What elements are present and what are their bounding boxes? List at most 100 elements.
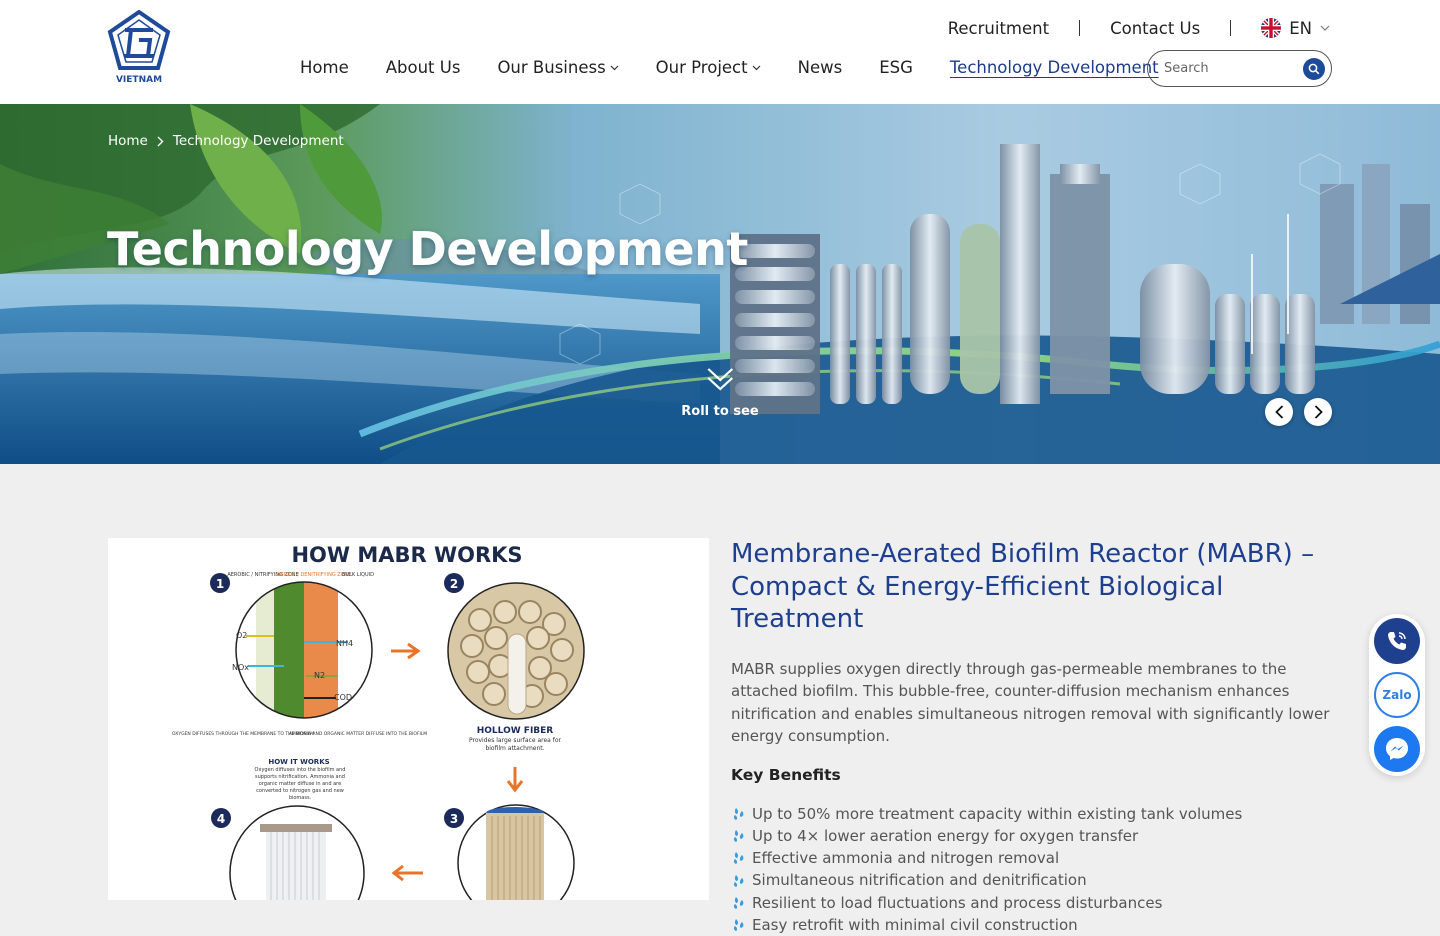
zone-label-anoxic: ANOXIC / DENITRIFYING ZONE — [276, 572, 351, 578]
droplet-bullet-icon — [731, 895, 747, 911]
search-input[interactable] — [1164, 61, 1303, 76]
benefit-text: Resilient to load fluctuations and proce… — [752, 892, 1162, 914]
nav-our-business[interactable]: Our Business — [497, 58, 618, 77]
breadcrumb-current: Technology Development — [173, 133, 344, 149]
arrow-left-icon — [394, 866, 423, 880]
membrane-module-illustration — [458, 805, 574, 900]
svg-text:N2: N2 — [314, 671, 325, 680]
zalo-button[interactable]: Zalo — [1374, 672, 1420, 718]
nav-esg[interactable]: ESG — [879, 58, 913, 77]
svg-text:O2: O2 — [236, 631, 247, 640]
main-nav: Home About Us Our Business Our Project N… — [300, 58, 1173, 77]
chevron-down-icon — [610, 65, 619, 71]
logo-text: VIETNAM — [116, 75, 162, 85]
scroll-hint[interactable]: Roll to see — [681, 366, 758, 419]
nav-label: Technology Development — [950, 58, 1159, 77]
nav-label: Home — [300, 58, 349, 77]
divider — [1230, 20, 1231, 36]
chevron-right-icon — [1314, 405, 1323, 419]
hollow-fiber-text: Provides large surface area for biofilm … — [465, 737, 565, 753]
list-item: Up to 4× lower aeration energy for oxyge… — [731, 825, 1331, 847]
phone-button[interactable] — [1374, 618, 1420, 664]
benefit-text: Easy retrofit with minimal civil constru… — [752, 914, 1078, 936]
list-item: Up to 50% more treatment capacity within… — [731, 803, 1331, 825]
nav-label: ESG — [879, 58, 913, 77]
search-box — [1147, 50, 1332, 87]
svg-text:NOx: NOx — [232, 663, 249, 672]
site-header: VIETNAM Recruitment Contact Us EN Home — [0, 0, 1440, 104]
nav-label: Our Business — [497, 58, 605, 77]
next-slide-button[interactable] — [1304, 398, 1332, 426]
step-badge-2: 2 — [444, 573, 464, 593]
how-it-works-title: HOW IT WORKS — [268, 758, 329, 766]
benefit-text: Simultaneous nitrification and denitrifi… — [752, 869, 1087, 891]
svg-text:3: 3 — [450, 812, 458, 826]
language-selector[interactable]: EN — [1261, 18, 1330, 38]
benefits-list: Up to 50% more treatment capacity within… — [731, 803, 1331, 936]
top-bar: Recruitment Contact Us EN — [948, 16, 1330, 40]
nav-news[interactable]: News — [798, 58, 843, 77]
hollow-fiber-title: HOLLOW FIBER — [477, 726, 554, 736]
zalo-label: Zalo — [1382, 688, 1411, 702]
chevron-right-icon — [157, 136, 164, 147]
list-item: Simultaneous nitrification and denitrifi… — [731, 869, 1331, 891]
uk-flag-icon — [1261, 18, 1281, 38]
nav-our-project[interactable]: Our Project — [656, 58, 761, 77]
list-item: Resilient to load fluctuations and proce… — [731, 892, 1331, 914]
messenger-icon — [1382, 734, 1412, 764]
page-title: Technology Development — [107, 222, 748, 276]
droplet-bullet-icon — [731, 917, 747, 933]
key-benefits-title: Key Benefits — [731, 766, 1331, 784]
messenger-button[interactable] — [1374, 726, 1420, 772]
zone-label-bulk: BULK LIQUID — [342, 572, 374, 578]
floating-contact-bar: Zalo — [1369, 614, 1425, 776]
mabr-content: Membrane-Aerated Biofilm Reactor (MABR) … — [731, 538, 1331, 936]
phone-icon — [1384, 628, 1410, 654]
language-label: EN — [1289, 19, 1312, 38]
benefit-text: Up to 50% more treatment capacity within… — [752, 803, 1242, 825]
nav-technology-development[interactable]: Technology Development — [950, 58, 1159, 77]
hollow-fiber-illustration — [448, 583, 584, 719]
nav-label: Our Project — [656, 58, 748, 77]
nav-home[interactable]: Home — [300, 58, 349, 77]
how-it-works-text: Oxygen diffuses into the biofilm and sup… — [248, 767, 352, 802]
diagram-title: HOW MABR WORKS — [291, 543, 522, 567]
breadcrumb-home[interactable]: Home — [108, 133, 148, 149]
company-logo[interactable]: VIETNAM — [106, 10, 172, 86]
recruitment-link[interactable]: Recruitment — [948, 19, 1049, 38]
hero-banner: Home Technology Development Technology D… — [0, 104, 1440, 464]
scroll-hint-label: Roll to see — [681, 404, 758, 419]
search-button[interactable] — [1303, 58, 1325, 80]
label-ammonia-diffuses: AMMONIA AND ORGANIC MATTER DIFFUSE INTO … — [289, 731, 427, 737]
droplet-bullet-icon — [731, 873, 747, 889]
nav-label: About Us — [386, 58, 461, 77]
droplet-bullet-icon — [731, 828, 747, 844]
step-badge-4: 4 — [211, 808, 231, 828]
section-description: MABR supplies oxygen directly through ga… — [731, 658, 1331, 748]
divider — [1079, 20, 1080, 36]
chevron-down-icon — [752, 65, 761, 71]
svg-text:1: 1 — [216, 577, 224, 591]
arrow-right-icon — [391, 644, 418, 658]
mabr-diagram-image: HOW MABR WORKS 1 2 3 4 AEROBIC / NITRIFY… — [108, 538, 709, 900]
mabr-cassette-illustration — [230, 806, 364, 900]
list-item: Effective ammonia and nitrogen removal — [731, 847, 1331, 869]
step-badge-3: 3 — [444, 808, 464, 828]
benefit-text: Effective ammonia and nitrogen removal — [752, 847, 1059, 869]
double-chevron-down-icon — [706, 366, 734, 392]
svg-text:NH4: NH4 — [336, 639, 353, 648]
nav-about-us[interactable]: About Us — [386, 58, 461, 77]
section-heading: Membrane-Aerated Biofilm Reactor (MABR) … — [731, 538, 1331, 636]
svg-text:4: 4 — [217, 812, 225, 826]
droplet-bullet-icon — [731, 850, 747, 866]
benefit-text: Up to 4× lower aeration energy for oxyge… — [752, 825, 1138, 847]
svg-text:2: 2 — [450, 577, 458, 591]
list-item: Easy retrofit with minimal civil constru… — [731, 914, 1331, 936]
search-icon — [1308, 63, 1320, 75]
chevron-left-icon — [1275, 405, 1284, 419]
prev-slide-button[interactable] — [1265, 398, 1293, 426]
svg-text:COD: COD — [334, 693, 352, 702]
chevron-down-icon — [1320, 25, 1330, 31]
contact-us-link[interactable]: Contact Us — [1110, 19, 1200, 38]
breadcrumb: Home Technology Development — [108, 133, 344, 149]
